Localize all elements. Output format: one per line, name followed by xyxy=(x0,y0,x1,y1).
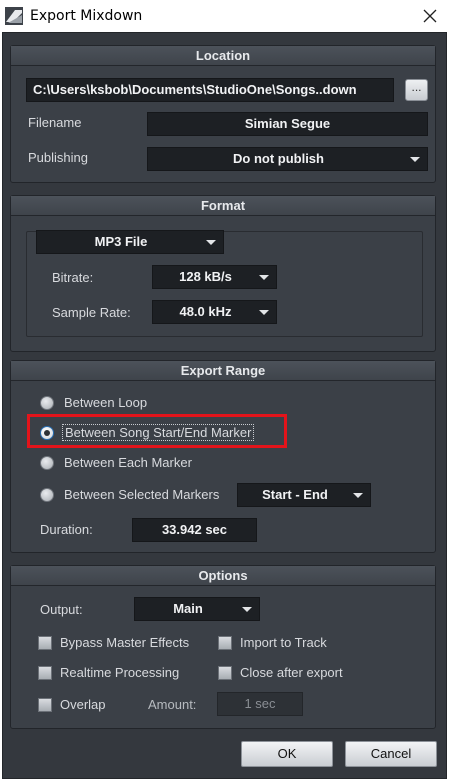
duration-field: 33.942 sec xyxy=(132,518,257,542)
samplerate-value: 48.0 kHz xyxy=(179,304,232,319)
file-type-value: MP3 File xyxy=(94,234,148,249)
path-field[interactable]: C:\Users\ksbob\Documents\StudioOne\Songs… xyxy=(26,78,394,102)
import-to-track-checkbox[interactable] xyxy=(218,636,232,650)
between-loop-label[interactable]: Between Loop xyxy=(64,395,147,410)
amount-label: Amount: xyxy=(148,697,197,712)
window-title: Export Mixdown xyxy=(30,8,143,24)
chevron-down-icon xyxy=(206,240,216,245)
cancel-button[interactable]: Cancel xyxy=(345,741,437,767)
import-to-track-label[interactable]: Import to Track xyxy=(240,635,327,650)
bitrate-label: Bitrate: xyxy=(52,270,94,285)
filename-field[interactable]: Simian Segue xyxy=(147,112,428,136)
ok-button[interactable]: OK xyxy=(241,741,333,767)
selected-markers-dropdown[interactable]: Start - End xyxy=(237,483,371,507)
format-header: Format xyxy=(11,196,435,216)
export-range-header: Export Range xyxy=(11,361,435,381)
publishing-value: Do not publish xyxy=(233,151,324,166)
overlap-checkbox[interactable] xyxy=(38,698,52,712)
radio-between-each-marker[interactable] xyxy=(40,456,54,470)
selected-markers-value: Start - End xyxy=(262,487,328,502)
browse-button[interactable]: ... xyxy=(405,79,428,101)
chevron-down-icon xyxy=(242,607,252,612)
publishing-dropdown[interactable]: Do not publish xyxy=(147,147,428,171)
output-value: Main xyxy=(173,601,203,616)
file-type-dropdown[interactable]: MP3 File xyxy=(36,230,224,254)
output-dropdown[interactable]: Main xyxy=(134,597,260,621)
between-each-marker-label[interactable]: Between Each Marker xyxy=(64,455,192,470)
bitrate-dropdown[interactable]: 128 kB/s xyxy=(152,265,277,289)
samplerate-label: Sample Rate: xyxy=(52,305,131,320)
bypass-master-checkbox[interactable] xyxy=(38,636,52,650)
chevron-down-icon xyxy=(259,275,269,280)
options-header: Options xyxy=(11,566,435,586)
duration-label: Duration: xyxy=(40,522,93,537)
output-label: Output: xyxy=(40,602,83,617)
radio-between-song-markers[interactable] xyxy=(40,426,54,440)
realtime-processing-checkbox[interactable] xyxy=(38,666,52,680)
between-selected-markers-label[interactable]: Between Selected Markers xyxy=(64,487,219,502)
close-icon[interactable] xyxy=(418,4,442,28)
filename-label: Filename xyxy=(28,115,82,130)
chevron-down-icon xyxy=(259,310,269,315)
close-after-export-checkbox[interactable] xyxy=(218,666,232,680)
overlap-label[interactable]: Overlap xyxy=(60,697,106,712)
bitrate-value: 128 kB/s xyxy=(179,269,232,284)
chevron-down-icon xyxy=(353,493,363,498)
between-song-markers-label[interactable]: Between Song Start/End Marker xyxy=(62,424,255,441)
amount-field: 1 sec xyxy=(217,692,303,716)
bypass-master-label[interactable]: Bypass Master Effects xyxy=(60,635,189,650)
publishing-label: Publishing xyxy=(28,150,88,165)
location-header: Location xyxy=(11,46,435,66)
realtime-processing-label[interactable]: Realtime Processing xyxy=(60,665,179,680)
radio-between-loop[interactable] xyxy=(40,396,54,410)
studio-one-logo-icon xyxy=(5,7,23,25)
radio-between-selected-markers[interactable] xyxy=(40,488,54,502)
chevron-down-icon xyxy=(410,157,420,162)
close-after-export-label[interactable]: Close after export xyxy=(240,665,343,680)
samplerate-dropdown[interactable]: 48.0 kHz xyxy=(152,300,277,324)
title-bar: Export Mixdown xyxy=(0,0,449,32)
